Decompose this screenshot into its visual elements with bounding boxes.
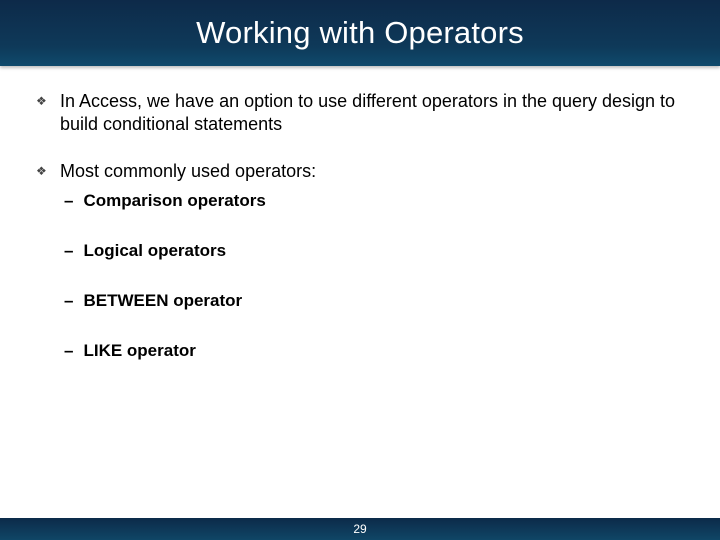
diamond-bullet-icon: ❖ [36, 166, 46, 176]
sub-item-text: Comparison operators [83, 191, 265, 211]
sub-item-text: BETWEEN operator [83, 291, 242, 311]
dash-icon: – [64, 241, 73, 261]
slide-title: Working with Operators [196, 15, 524, 51]
bullet-text: In Access, we have an option to use diff… [60, 90, 684, 136]
footer-bar: 29 [0, 518, 720, 540]
sub-item: – Logical operators [36, 241, 684, 261]
title-bar: Working with Operators [0, 0, 720, 66]
sub-item: – Comparison operators [36, 191, 684, 211]
bullet-item: ❖ Most commonly used operators: [36, 160, 684, 183]
dash-icon: – [64, 291, 73, 311]
sub-list: – Comparison operators – Logical operato… [36, 191, 684, 361]
bullet-text: Most commonly used operators: [60, 160, 316, 183]
dash-icon: – [64, 191, 73, 211]
diamond-bullet-icon: ❖ [36, 96, 46, 106]
bullet-item: ❖ In Access, we have an option to use di… [36, 90, 684, 136]
sub-item-text: LIKE operator [83, 341, 195, 361]
slide: Working with Operators ❖ In Access, we h… [0, 0, 720, 540]
dash-icon: – [64, 341, 73, 361]
sub-item: – LIKE operator [36, 341, 684, 361]
slide-body: ❖ In Access, we have an option to use di… [0, 66, 720, 540]
sub-item: – BETWEEN operator [36, 291, 684, 311]
page-number: 29 [353, 522, 366, 536]
sub-item-text: Logical operators [83, 241, 226, 261]
